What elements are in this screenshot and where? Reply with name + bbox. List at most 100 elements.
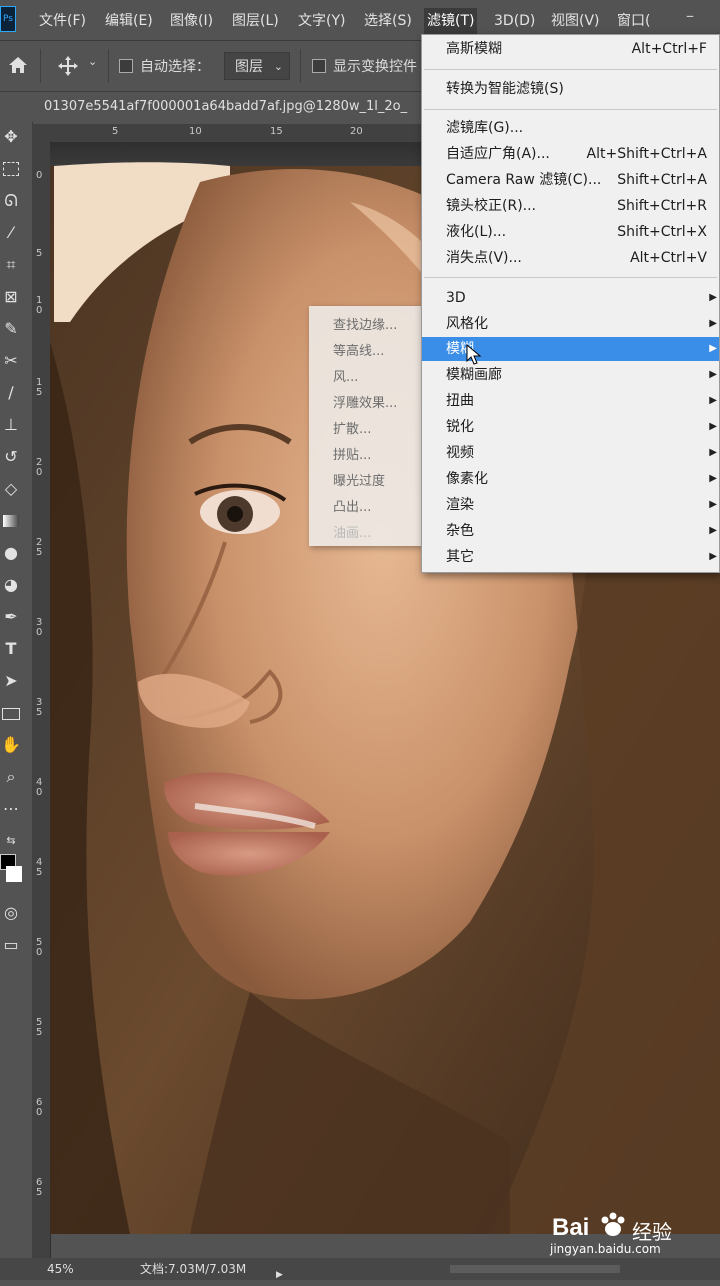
brush-tool-icon[interactable]: ∕ xyxy=(0,382,22,404)
menu-item-camera-raw[interactable]: Camera Raw 滤镜(C)... Shift+Ctrl+A xyxy=(422,168,719,192)
document-size[interactable]: 文档:7.03M/7.03M xyxy=(140,1258,246,1280)
menu-item-label: 视频 xyxy=(446,445,474,461)
menu-filter[interactable]: 滤镜(T) xyxy=(424,8,478,34)
submenu-item[interactable]: 查找边缘... xyxy=(333,314,397,333)
menu-item-shortcut: Shift+Ctrl+R xyxy=(617,198,707,214)
menu-layer[interactable]: 图层(L) xyxy=(229,8,282,34)
menu-item-3d[interactable]: 3D ▶ xyxy=(422,286,719,310)
submenu-item[interactable]: 扩散... xyxy=(333,418,371,437)
menu-item-pixelate[interactable]: 像素化 ▶ xyxy=(422,467,719,491)
more-tools-icon[interactable]: ⋯ xyxy=(0,798,22,820)
ruler-tick-label: 5 0 xyxy=(36,937,43,958)
chevron-down-icon[interactable]: ⌄ xyxy=(88,55,97,68)
menu-select[interactable]: 选择(S) xyxy=(361,8,415,34)
chevron-right-icon[interactable]: ▶ xyxy=(276,1264,283,1286)
auto-select-checkbox[interactable] xyxy=(119,59,133,73)
blur-tool-icon[interactable]: ● xyxy=(0,542,22,564)
menu-item-convert-smart-filter[interactable]: 转换为智能滤镜(S) xyxy=(422,77,719,101)
ruler-tick-label: 0 xyxy=(36,170,43,181)
menu-item-label: 像素化 xyxy=(446,471,488,487)
show-transform-checkbox[interactable] xyxy=(312,59,326,73)
menu-image[interactable]: 图像(I) xyxy=(167,8,216,34)
eraser-tool-icon[interactable]: ◇ xyxy=(0,478,22,500)
submenu-arrow-icon: ▶ xyxy=(709,525,717,536)
menu-item-sharpen[interactable]: 锐化 ▶ xyxy=(422,415,719,439)
menu-item-other[interactable]: 其它 ▶ xyxy=(422,545,719,569)
zoom-level[interactable]: 45% xyxy=(47,1258,74,1280)
healing-brush-icon[interactable]: ✂ xyxy=(0,350,22,372)
rectangle-tool-icon[interactable] xyxy=(0,702,22,724)
menu-item-label: 模糊画廊 xyxy=(446,367,502,383)
menu-item-shortcut: Shift+Ctrl+A xyxy=(617,172,707,188)
pen-tool-icon[interactable]: ✒ xyxy=(0,606,22,628)
menu-item-distort[interactable]: 扭曲 ▶ xyxy=(422,389,719,413)
magic-wand-icon[interactable]: ⁄ xyxy=(0,222,22,244)
crop-tool-icon[interactable]: ⌗ xyxy=(0,254,22,276)
menu-item-shortcut: Alt+Ctrl+V xyxy=(630,250,707,266)
menu-edit[interactable]: 编辑(E) xyxy=(102,8,156,34)
menu-item-video[interactable]: 视频 ▶ xyxy=(422,441,719,465)
menu-item-gaussian-blur[interactable]: 高斯模糊 Alt+Ctrl+F xyxy=(422,37,719,61)
quick-mask-icon[interactable]: ◎ xyxy=(0,902,22,924)
menu-item-liquify[interactable]: 液化(L)... Shift+Ctrl+X xyxy=(422,220,719,244)
swap-colors-icon[interactable]: ⇆ xyxy=(0,830,22,852)
menu-window[interactable]: 窗口( xyxy=(614,8,653,34)
menu-item-label: 锐化 xyxy=(446,419,474,435)
menu-item-label: 镜头校正(R)... xyxy=(446,198,537,214)
submenu-arrow-icon: ▶ xyxy=(709,318,717,329)
submenu-item[interactable]: 拼贴... xyxy=(333,444,371,463)
path-select-icon[interactable]: ➤ xyxy=(0,670,22,692)
menu-item-lens-correction[interactable]: 镜头校正(R)... Shift+Ctrl+R xyxy=(422,194,719,218)
chevron-down-icon: ⌄ xyxy=(273,60,283,73)
zoom-tool-icon[interactable]: ⌕ xyxy=(0,766,22,788)
screen-mode-icon[interactable]: ▭ xyxy=(0,934,22,956)
menu-item-noise[interactable]: 杂色 ▶ xyxy=(422,519,719,543)
eyedropper-icon[interactable]: ✎ xyxy=(0,318,22,340)
menu-item-filter-gallery[interactable]: 滤镜库(G)... xyxy=(422,116,719,140)
ruler-tick-label: 1 5 xyxy=(36,377,43,398)
background-color[interactable] xyxy=(6,866,22,882)
menu-item-stylize[interactable]: 风格化 ▶ xyxy=(422,312,719,336)
layer-select[interactable]: 图层 ⌄ xyxy=(224,52,290,80)
menu-view[interactable]: 视图(V) xyxy=(548,8,603,34)
move-tool-icon[interactable] xyxy=(57,55,79,77)
menu-type[interactable]: 文字(Y) xyxy=(295,8,348,34)
gradient-tool-icon[interactable] xyxy=(0,510,22,532)
watermark-brand: Bai xyxy=(552,1214,590,1241)
home-icon[interactable] xyxy=(8,56,28,74)
submenu-item[interactable]: 风... xyxy=(333,366,358,385)
submenu-item[interactable]: 凸出... xyxy=(333,496,371,515)
submenu-item[interactable]: 等高线... xyxy=(333,340,384,359)
dodge-tool-icon[interactable]: ◕ xyxy=(0,574,22,596)
menu-item-render[interactable]: 渲染 ▶ xyxy=(422,493,719,517)
ruler-tick-label: 2 0 xyxy=(36,457,43,478)
ruler-tick-label: 20 xyxy=(350,126,363,137)
ruler-tick-label: 5 5 xyxy=(36,1017,43,1038)
menu-file[interactable]: 文件(F) xyxy=(36,8,89,34)
minimize-icon[interactable]: – xyxy=(680,6,700,30)
menu-item-label: 自适应广角(A)... xyxy=(446,146,550,162)
frame-tool-icon[interactable]: ⊠ xyxy=(0,286,22,308)
menu-item-shortcut: Alt+Shift+Ctrl+A xyxy=(586,146,707,162)
ruler-tick-label: 5 xyxy=(36,248,43,259)
menu-item-vanishing-point[interactable]: 消失点(V)... Alt+Ctrl+V xyxy=(422,246,719,270)
submenu-item: 油画... xyxy=(333,526,372,541)
stamp-tool-icon[interactable]: ⊥ xyxy=(0,414,22,436)
lasso-tool-icon[interactable]: ᘏ xyxy=(0,190,22,212)
marquee-tool-icon[interactable] xyxy=(0,158,22,180)
menu-item-blur-gallery[interactable]: 模糊画廊 ▶ xyxy=(422,363,719,387)
document-tab[interactable]: 01307e5541af7f000001a64badd7af.jpg@1280w… xyxy=(32,92,432,122)
menu-3d[interactable]: 3D(D) xyxy=(491,8,538,34)
tools-panel: ✥ ᘏ ⁄ ⌗ ⊠ ✎ ✂ ∕ ⊥ ↺ ◇ ● ◕ ✒ T ➤ ✋ ⌕ ⋯ ⇆ … xyxy=(0,122,33,1258)
submenu-item[interactable]: 曝光过度 xyxy=(333,470,385,489)
menu-item-adaptive-wide-angle[interactable]: 自适应广角(A)... Alt+Shift+Ctrl+A xyxy=(422,142,719,166)
ruler-tick-label: 6 5 xyxy=(36,1177,43,1198)
ruler-tick-label: 10 xyxy=(189,126,202,137)
horizontal-scrollbar[interactable] xyxy=(450,1265,620,1273)
mouse-cursor-icon xyxy=(466,344,482,365)
submenu-item[interactable]: 浮雕效果... xyxy=(333,392,397,411)
type-tool-icon[interactable]: T xyxy=(0,638,22,660)
hand-tool-icon[interactable]: ✋ xyxy=(0,734,22,756)
move-tool-icon[interactable]: ✥ xyxy=(0,126,22,148)
history-brush-icon[interactable]: ↺ xyxy=(0,446,22,468)
